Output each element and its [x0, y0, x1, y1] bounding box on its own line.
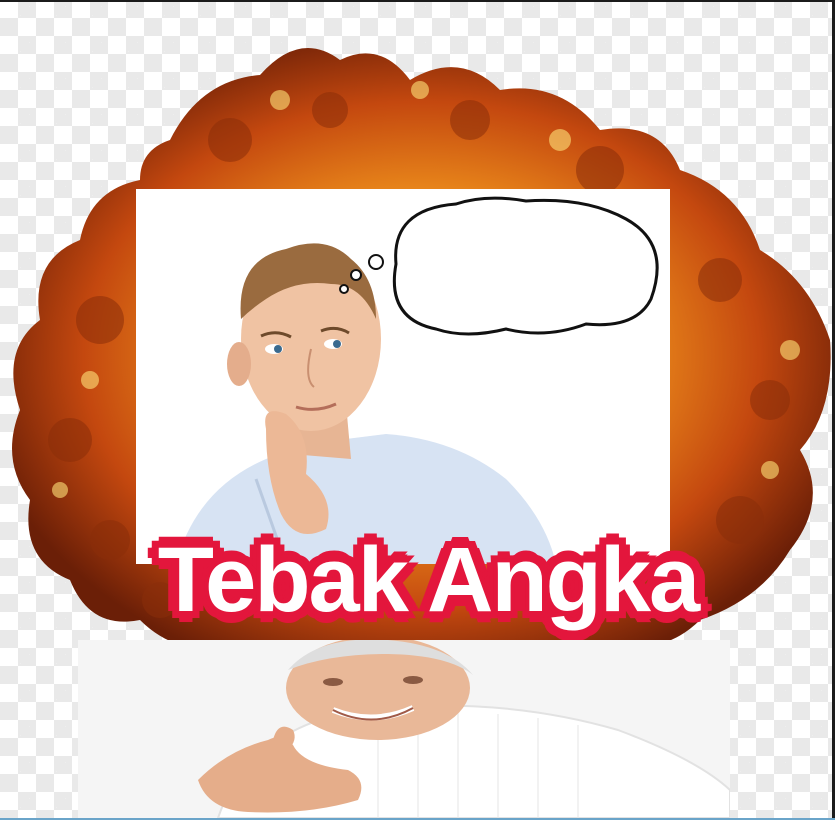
thinking-man-photo	[136, 189, 670, 564]
smiling-man-photo	[78, 640, 730, 818]
frame-top-border	[0, 0, 835, 2]
frame-bottom-border	[0, 818, 835, 838]
title-banner: Tebak Angka	[118, 520, 738, 640]
meme-title: Tebak Angka	[157, 528, 700, 631]
meme-canvas: Tebak Angka	[0, 0, 835, 838]
